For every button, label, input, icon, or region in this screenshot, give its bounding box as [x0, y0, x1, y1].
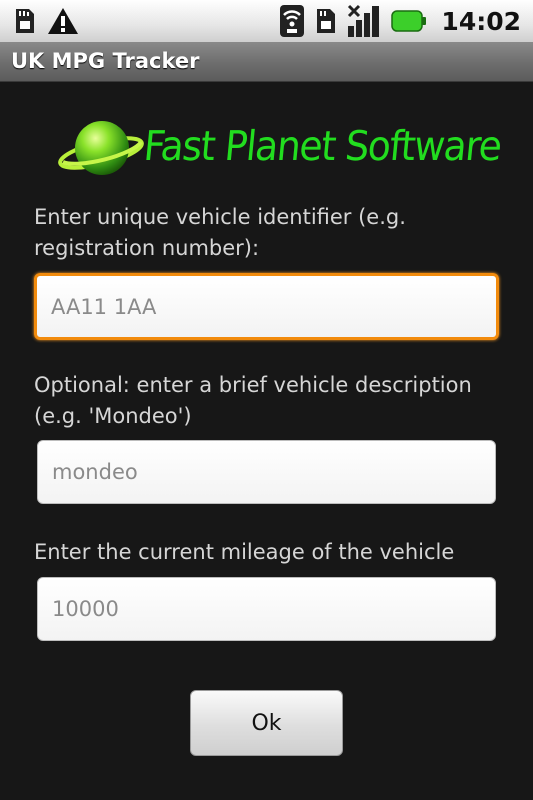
sd-card-icon [14, 7, 36, 35]
ok-button[interactable]: Ok [190, 690, 343, 756]
planet-icon [58, 121, 144, 175]
description-label: Optional: enter a brief vehicle descript… [34, 373, 472, 428]
battery-icon [391, 10, 427, 32]
vehicle-identifier-input[interactable] [34, 273, 499, 340]
status-bar: 14:02 [0, 0, 533, 42]
logo-text: Fast Planet Software [141, 122, 504, 170]
mileage-input[interactable] [37, 577, 496, 641]
warning-icon [46, 6, 80, 36]
signal-icon [347, 4, 381, 38]
sim-card-icon [315, 7, 337, 35]
wifi-icon [279, 4, 305, 38]
app-title-bar: UK MPG Tracker [0, 42, 533, 82]
fast-planet-logo: Fast Planet Software [56, 112, 503, 186]
identifier-label: Enter unique vehicle identifier (e.g. re… [34, 205, 406, 260]
app-title: UK MPG Tracker [11, 49, 200, 73]
vehicle-description-input[interactable] [37, 440, 496, 504]
mileage-label: Enter the current mileage of the vehicle [34, 540, 455, 564]
app-screen: 14:02 UK MPG Tracker Fast Planet Softwar… [0, 0, 533, 800]
status-clock: 14:02 [441, 6, 521, 36]
